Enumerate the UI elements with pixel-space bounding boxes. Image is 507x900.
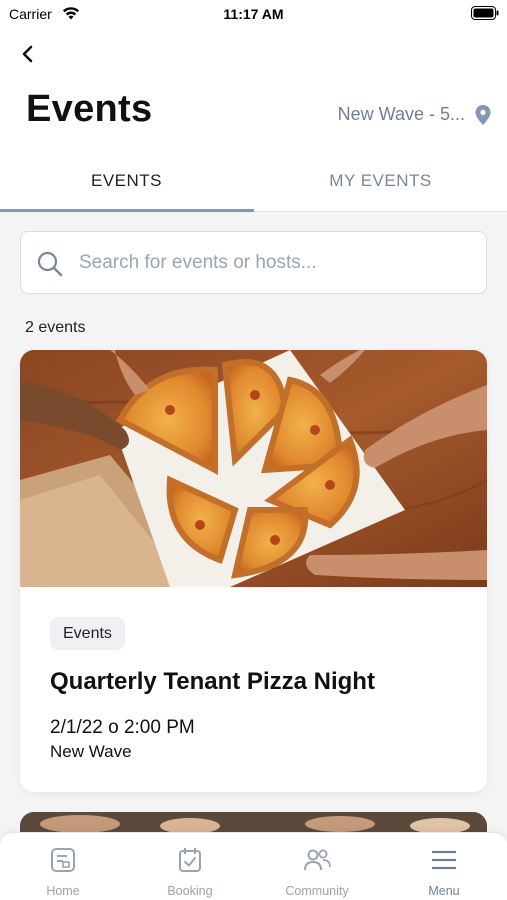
active-tab-indicator [0,209,254,212]
clock: 11:17 AM [223,6,284,22]
bottom-navigation: Home Booking Community Menu [0,832,507,900]
location-pin-icon [475,104,491,125]
chevron-left-icon [22,45,33,63]
search-icon [37,251,63,277]
search-input[interactable] [79,232,479,293]
booking-icon [179,848,201,872]
back-button[interactable] [14,40,42,68]
nav-label-home: Home [46,884,80,898]
tab-my-events[interactable]: MY EVENTS [254,150,507,212]
event-location: New Wave [50,742,132,761]
event-card[interactable]: Events Quarterly Tenant Pizza Night 2/1/… [20,350,487,792]
battery-icon [471,6,499,20]
search-bar [20,231,487,294]
category-badge: Events [50,617,125,650]
home-icon [51,848,75,872]
event-title: Quarterly Tenant Pizza Night [50,668,375,695]
nav-booking[interactable]: Booking [127,833,253,900]
header: Events New Wave - 5... [0,30,507,150]
status-bar: Carrier 11:17 AM [0,0,507,30]
nav-label-booking: Booking [167,884,213,898]
tab-bar: EVENTS MY EVENTS [0,150,507,212]
location-selector[interactable]: New Wave - 5... [338,104,491,125]
nav-community[interactable]: Community [254,833,380,900]
page-title: Events [26,88,153,130]
nav-menu[interactable]: Menu [381,833,507,900]
pizza-image [20,350,487,587]
menu-icon [432,850,456,870]
nav-label-community: Community [285,884,349,898]
event-datetime: 2/1/22 o 2:00 PM [50,717,195,738]
community-icon [304,849,331,871]
nav-home[interactable]: Home [0,833,126,900]
location-label: New Wave - 5... [337,104,465,124]
nav-label-menu: Menu [428,884,460,898]
tab-events[interactable]: EVENTS [0,150,253,212]
events-count: 2 events [25,319,86,336]
